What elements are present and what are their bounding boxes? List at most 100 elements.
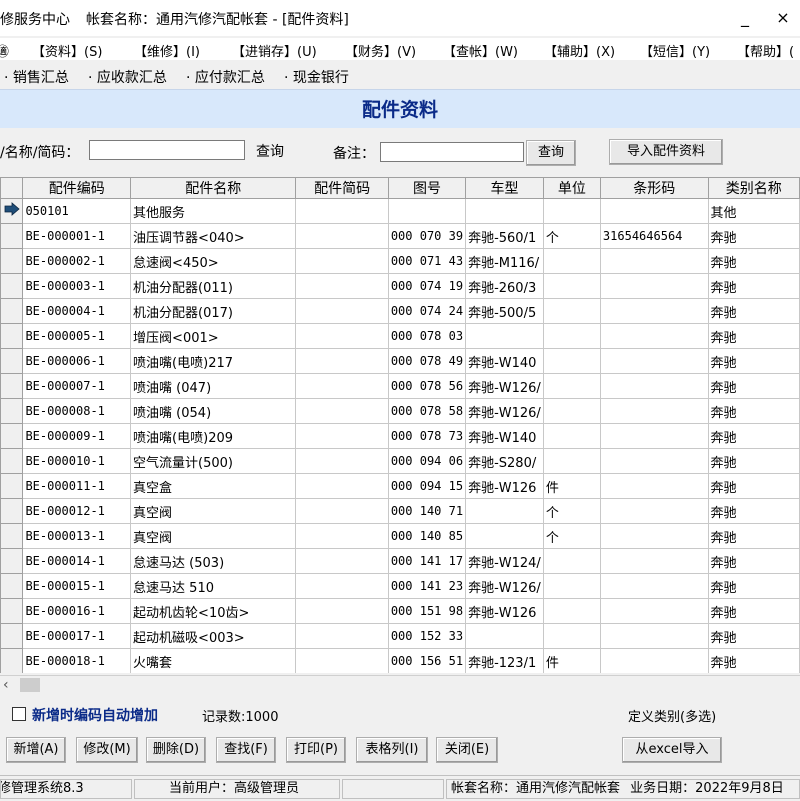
barcode-cell[interactable] — [599, 423, 709, 449]
query-link[interactable]: 查询 — [256, 141, 284, 161]
close-button[interactable]: × — [768, 6, 798, 30]
part-short-code-cell[interactable] — [295, 373, 389, 399]
table-row[interactable]: BE-000013-1 真空阀 000 140 85 个 奔驰 — [0, 523, 800, 549]
vehicle-model-cell[interactable]: 奔驰-560/1 — [465, 223, 544, 249]
table-row[interactable]: BE-000003-1 机油分配器(011) 000 074 19 奔驰-260/3 奔… — [0, 273, 800, 299]
part-code-cell[interactable]: BE-000013-1 — [22, 523, 132, 549]
unit-cell[interactable]: 个 — [542, 498, 601, 524]
table-row[interactable]: 050101 其他服务 其他 — [0, 198, 800, 224]
part-code-cell[interactable]: BE-000007-1 — [22, 373, 132, 399]
unit-cell[interactable] — [542, 273, 601, 299]
category-name-cell[interactable]: 其他 — [707, 198, 800, 224]
part-name-cell[interactable]: 起动机磁吸<003> — [130, 623, 297, 649]
unit-cell[interactable] — [542, 423, 601, 449]
query-button[interactable]: 查询 — [526, 140, 576, 166]
menu-item-inventory[interactable]: 【进销存】(U) — [232, 41, 317, 60]
menu-item-data[interactable]: 【资料】(S) — [32, 41, 102, 60]
menu-item-help[interactable]: 【帮助】( — [737, 41, 794, 60]
row-indicator[interactable] — [0, 573, 24, 599]
part-code-cell[interactable]: BE-000008-1 — [22, 398, 132, 424]
part-code-cell[interactable]: BE-000018-1 — [22, 648, 132, 673]
unit-cell[interactable] — [542, 323, 601, 349]
table-row[interactable]: BE-000004-1 机油分配器(017) 000 074 24 奔驰-500/5 奔… — [0, 298, 800, 324]
part-code-cell[interactable]: BE-000006-1 — [22, 348, 132, 374]
row-indicator[interactable] — [0, 523, 24, 549]
part-code-cell[interactable]: BE-000004-1 — [22, 298, 132, 324]
column-header[interactable]: 条形码 — [599, 177, 709, 199]
table-row[interactable]: BE-000008-1 喷油嘴 (054) 000 078 58 奔驰-W126/奔驰 — [0, 398, 800, 424]
category-name-cell[interactable]: 奔驰 — [707, 348, 800, 374]
part-short-code-cell[interactable] — [295, 348, 389, 374]
part-name-cell[interactable]: 喷油嘴(电喷)217 — [130, 348, 297, 374]
part-short-code-cell[interactable] — [295, 573, 389, 599]
part-short-code-cell[interactable] — [295, 248, 389, 274]
row-indicator[interactable] — [0, 398, 24, 424]
barcode-cell[interactable]: 31654646564 — [599, 223, 709, 249]
quick-receivable-summary[interactable]: · 应收款汇总 — [88, 67, 167, 87]
vehicle-model-cell[interactable]: 奔驰-W140 — [465, 348, 544, 374]
barcode-cell[interactable] — [599, 623, 709, 649]
part-code-cell[interactable]: BE-000016-1 — [22, 598, 132, 624]
part-short-code-cell[interactable] — [295, 548, 389, 574]
barcode-cell[interactable] — [599, 648, 709, 673]
parts-grid[interactable]: 配件编码 配件名称 配件简码 图号 车型 单位 条形码 类别名称 050101 其… — [0, 177, 800, 673]
part-name-cell[interactable]: 真空阀 — [130, 498, 297, 524]
barcode-cell[interactable] — [599, 198, 709, 224]
delete-button[interactable]: 删除(D) — [146, 737, 206, 763]
quick-payable-summary[interactable]: · 应付款汇总 — [186, 67, 265, 87]
table-row[interactable]: BE-000015-1 怠速马达 510 000 141 23 奔驰-W126/奔驰 — [0, 573, 800, 599]
part-short-code-cell[interactable] — [295, 273, 389, 299]
row-indicator[interactable] — [0, 498, 24, 524]
close-form-button[interactable]: 关闭(E) — [436, 737, 498, 763]
unit-cell[interactable] — [542, 298, 601, 324]
row-indicator[interactable] — [0, 348, 24, 374]
table-row[interactable]: BE-000002-1 怠速阀<450> 000 071 43 奔驰-M116/奔驰 — [0, 248, 800, 274]
unit-cell[interactable] — [542, 448, 601, 474]
column-header[interactable]: 配件简码 — [295, 177, 389, 199]
part-short-code-cell[interactable] — [295, 648, 389, 673]
part-short-code-cell[interactable] — [295, 423, 389, 449]
part-name-cell[interactable]: 油压调节器<040> — [130, 223, 297, 249]
row-indicator[interactable] — [0, 648, 24, 673]
remark-input[interactable] — [380, 142, 524, 162]
excel-import-button[interactable]: 从excel导入 — [622, 737, 722, 763]
barcode-cell[interactable] — [599, 498, 709, 524]
drawing-no-cell[interactable]: 000 140 85 — [387, 523, 467, 549]
unit-cell[interactable] — [542, 548, 601, 574]
vehicle-model-cell[interactable] — [465, 523, 544, 549]
drawing-no-cell[interactable]: 000 078 73 — [387, 423, 467, 449]
row-indicator[interactable] — [0, 248, 24, 274]
column-header[interactable]: 图号 — [387, 177, 467, 199]
menu-item-assist[interactable]: 【辅助】(X) — [544, 41, 615, 60]
unit-cell[interactable] — [542, 348, 601, 374]
part-name-cell[interactable]: 机油分配器(011) — [130, 273, 297, 299]
part-short-code-cell[interactable] — [295, 598, 389, 624]
vehicle-model-cell[interactable]: 奔驰-W126 — [465, 473, 544, 499]
drawing-no-cell[interactable]: 000 074 19 — [387, 273, 467, 299]
row-indicator[interactable] — [0, 623, 24, 649]
drawing-no-cell[interactable]: 000 071 43 — [387, 248, 467, 274]
row-indicator[interactable] — [0, 473, 24, 499]
drawing-no-cell[interactable]: 000 078 49 — [387, 348, 467, 374]
barcode-cell[interactable] — [599, 398, 709, 424]
category-name-cell[interactable]: 奔驰 — [707, 298, 800, 324]
barcode-cell[interactable] — [599, 373, 709, 399]
part-code-cell[interactable]: BE-000012-1 — [22, 498, 132, 524]
category-name-cell[interactable]: 奔驰 — [707, 548, 800, 574]
row-indicator[interactable] — [0, 273, 24, 299]
table-row[interactable]: BE-000012-1 真空阀 000 140 71 个 奔驰 — [0, 498, 800, 524]
menu-item-repair[interactable]: 【维修】(I) — [134, 41, 200, 60]
category-name-cell[interactable]: 奔驰 — [707, 598, 800, 624]
category-name-cell[interactable]: 奔驰 — [707, 248, 800, 274]
drawing-no-cell[interactable]: 000 094 06 — [387, 448, 467, 474]
drawing-no-cell[interactable]: 000 074 24 — [387, 298, 467, 324]
part-code-cell[interactable]: BE-000002-1 — [22, 248, 132, 274]
name-code-input[interactable] — [89, 140, 245, 160]
part-short-code-cell[interactable] — [295, 398, 389, 424]
define-category-link[interactable]: 定义类别(多选) — [628, 706, 716, 725]
category-name-cell[interactable]: 奔驰 — [707, 273, 800, 299]
part-code-cell[interactable]: BE-000005-1 — [22, 323, 132, 349]
barcode-cell[interactable] — [599, 273, 709, 299]
unit-cell[interactable]: 件 — [542, 473, 601, 499]
vehicle-model-cell[interactable]: 奔驰-W124/ — [465, 548, 544, 574]
